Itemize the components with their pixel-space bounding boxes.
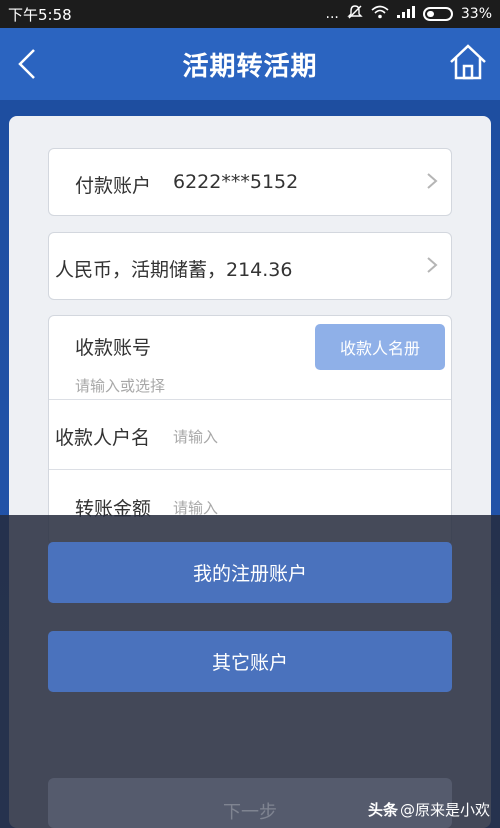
watermark: 头条 @原来是小欢 bbox=[368, 799, 490, 820]
divider bbox=[49, 399, 451, 400]
currency-balance-selector[interactable]: 人民币，活期储蓄，214.36 bbox=[48, 232, 452, 300]
payee-group: 收款账号 请输入或选择 收款人名册 收款人户名 请输入 转账金额 请输入 bbox=[48, 315, 452, 545]
home-button[interactable] bbox=[448, 42, 488, 82]
status-bar: 下午5:58 ... 33% bbox=[0, 0, 500, 28]
payee-account-input[interactable]: 请输入或选择 bbox=[75, 375, 165, 396]
signal-icon bbox=[396, 6, 415, 22]
chevron-right-icon bbox=[427, 257, 438, 273]
other-accounts-button[interactable]: 其它账户 bbox=[48, 631, 452, 692]
payment-account-selector[interactable]: 付款账户 6222***5152 bbox=[48, 148, 452, 216]
payment-account-label: 付款账户 bbox=[75, 175, 152, 197]
divider bbox=[49, 469, 451, 470]
payee-account-label: 收款账号 bbox=[75, 337, 152, 359]
payee-directory-button[interactable]: 收款人名册 bbox=[315, 324, 445, 370]
chevron-right-icon bbox=[427, 173, 438, 189]
app-header: 活期转活期 bbox=[0, 28, 500, 100]
watermark-logo: 头条 bbox=[367, 801, 398, 819]
battery-icon bbox=[422, 7, 453, 21]
watermark-handle: @原来是小欢 bbox=[399, 801, 490, 819]
balance-value: 人民币，活期储蓄，214.36 bbox=[55, 259, 293, 281]
chevron-left-icon bbox=[18, 49, 35, 79]
status-icons: ... 33% bbox=[326, 4, 492, 24]
payee-name-input[interactable]: 请输入 bbox=[173, 426, 218, 447]
wifi-icon bbox=[371, 5, 389, 23]
home-icon bbox=[450, 44, 486, 80]
page-title: 活期转活期 bbox=[182, 51, 318, 82]
my-registered-accounts-button[interactable]: 我的注册账户 bbox=[48, 542, 452, 603]
status-time: 下午5:58 bbox=[8, 5, 72, 24]
payee-name-label: 收款人户名 bbox=[55, 427, 151, 449]
notification-dots: ... bbox=[325, 6, 339, 22]
battery-level: 33% bbox=[460, 6, 492, 22]
back-button[interactable] bbox=[14, 46, 44, 82]
payment-account-value: 6222***5152 bbox=[173, 171, 299, 193]
mute-icon bbox=[347, 4, 363, 24]
